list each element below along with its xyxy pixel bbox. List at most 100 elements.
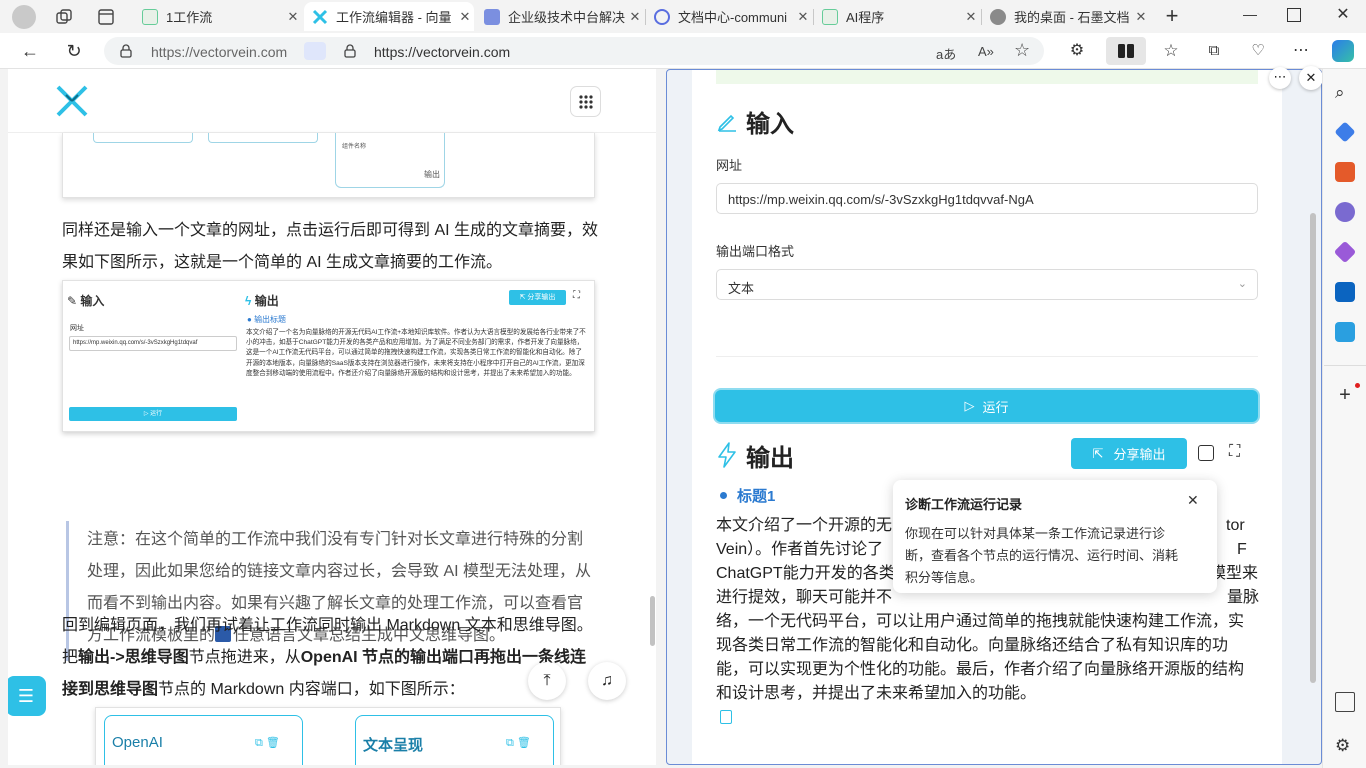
para2-text: 节点的 Markdown 内容端口，如下图所示： bbox=[158, 681, 465, 698]
tab-actions-icon[interactable] bbox=[97, 8, 115, 26]
fullscreen-icon[interactable]: ⛶ bbox=[1229, 443, 1247, 461]
scrollbar-thumb[interactable] bbox=[650, 596, 655, 646]
tools-icon[interactable] bbox=[1335, 162, 1355, 182]
profile-avatar[interactable] bbox=[12, 5, 36, 29]
search-icon[interactable]: ⌕ bbox=[1335, 83, 1355, 103]
games-icon[interactable] bbox=[1335, 202, 1355, 222]
new-tab-icon[interactable]: + bbox=[1160, 4, 1184, 28]
figure-summary: 本文介绍了一个名为向量脉络的开源无代码AI工作流+本地知识库软件。作者认为大语言… bbox=[246, 329, 586, 377]
back-to-top-button[interactable]: ⤒ bbox=[528, 662, 566, 700]
output-line: 络，一个无代码平台，可以让用户通过简单的拖拽就能快速构建工作流，实 bbox=[716, 613, 1245, 630]
bullet-icon bbox=[720, 492, 727, 499]
workflow-figure-top: 组件名称 输出 bbox=[62, 133, 595, 198]
send-icon[interactable] bbox=[1335, 322, 1355, 342]
tab-label: AI程序 bbox=[846, 10, 885, 25]
support-button[interactable]: ♫ bbox=[588, 662, 626, 700]
scrollbar-thumb[interactable] bbox=[1310, 213, 1316, 683]
tab-3[interactable]: 企业级技术中台解决 ✕ bbox=[476, 2, 644, 31]
figure-input-title-text: 输入 bbox=[80, 294, 105, 308]
pane-more-icon[interactable]: ⋯ bbox=[1269, 67, 1291, 89]
share-output-button[interactable]: ⇱ 分享输出 bbox=[1071, 438, 1187, 469]
run-button[interactable]: ▷ 运行 bbox=[715, 390, 1258, 422]
close-icon[interactable]: ✕ bbox=[962, 9, 980, 25]
outlook-icon[interactable] bbox=[1335, 282, 1355, 302]
more-menu-icon[interactable]: ⋯ bbox=[1288, 39, 1314, 63]
close-icon[interactable]: ✕ bbox=[1132, 9, 1150, 25]
close-icon[interactable]: ✕ bbox=[794, 9, 812, 25]
output-section-title: 输出 bbox=[716, 440, 794, 472]
divider bbox=[1324, 365, 1366, 366]
restore-icon[interactable] bbox=[1287, 8, 1301, 22]
format-select[interactable]: 文本 ⌄ bbox=[716, 269, 1258, 300]
openai-node: OpenAI ⧉ 🗑 bbox=[104, 715, 303, 765]
refresh-icon[interactable]: ↻ bbox=[61, 39, 87, 63]
read-aloud-icon[interactable]: A» bbox=[978, 44, 994, 59]
settings-gear-icon[interactable]: ⚙ bbox=[1335, 736, 1355, 756]
favorite-star-icon[interactable]: ☆ bbox=[1014, 40, 1030, 61]
run-label: 运行 bbox=[982, 399, 1009, 415]
copy-icon: ⧉ 🗑 bbox=[255, 737, 280, 749]
figure-expand-icon: ⛶ bbox=[573, 290, 580, 301]
site-header bbox=[8, 69, 656, 133]
community-favicon-icon bbox=[654, 8, 670, 25]
window-close-icon[interactable]: ✕ bbox=[1333, 4, 1353, 26]
copilot-apps-icon[interactable] bbox=[1333, 240, 1357, 264]
toc-button[interactable]: ☰ bbox=[8, 676, 46, 716]
close-icon[interactable]: ✕ bbox=[1187, 492, 1199, 509]
arrow-up-icon: ⤒ bbox=[543, 672, 551, 689]
tab-6[interactable]: 我的桌面 - 石墨文档 ✕ bbox=[982, 2, 1150, 31]
input-section-title: 输入 bbox=[716, 106, 794, 138]
vectorvein-favicon-icon bbox=[312, 9, 328, 25]
back-icon[interactable]: ← bbox=[17, 39, 43, 63]
translate-icon[interactable]: aあ bbox=[936, 44, 956, 63]
output-line: 能，可以实现更为个性化的功能。最后，作者介绍了向量脉络开源版的结构 bbox=[716, 661, 1245, 678]
screenshot-icon[interactable] bbox=[1335, 692, 1355, 712]
tab-2-active[interactable]: 工作流编辑器 - 向量 ✕ bbox=[304, 2, 474, 31]
figure-output-label: 输出 bbox=[424, 170, 440, 179]
favorites-icon[interactable]: ☆ bbox=[1158, 39, 1184, 63]
extensions-icon[interactable]: ⚙ bbox=[1064, 39, 1090, 63]
split-screen-link-icon[interactable] bbox=[304, 42, 326, 60]
url-input[interactable]: https://mp.weixin.qq.com/s/-3vSzxkgHg1td… bbox=[716, 183, 1258, 214]
output-tail: 量脉 bbox=[1227, 589, 1260, 606]
tab-label: 我的桌面 - 石墨文档 bbox=[1014, 10, 1130, 25]
minimize-icon[interactable]: — bbox=[1240, 6, 1260, 26]
workflow-figure-bottom: OpenAI ⧉ 🗑 文本呈现 ⧉ 🗑 bbox=[95, 707, 561, 765]
close-icon[interactable]: ✕ bbox=[284, 9, 302, 25]
shopping-icon[interactable] bbox=[1334, 121, 1356, 143]
close-icon[interactable]: ✕ bbox=[456, 9, 474, 25]
tooltip-body: 你现在可以针对具体某一条工作流记录进行诊 断，查看各个节点的运行情况、运行时间、… bbox=[905, 523, 1210, 589]
output-line: 现各类日常工作流的智能化和自动化。向量脉络还结合了私有知识库的功 bbox=[716, 637, 1229, 654]
edge-sidebar: ⌕ + ⚙ bbox=[1322, 69, 1366, 768]
copy-icon[interactable] bbox=[720, 710, 732, 724]
add-icon[interactable]: + bbox=[1335, 385, 1355, 405]
doc-favicon-icon bbox=[484, 8, 500, 25]
result-figure: ✎ 输入 网址 https://mp.weixin.qq.com/s/-3vSz… bbox=[62, 280, 595, 432]
subtitle-text: 标题1 bbox=[737, 488, 776, 505]
diagnose-tooltip: 诊断工作流运行记录 ✕ 你现在可以针对具体某一条工作流记录进行诊 断，查看各个节… bbox=[893, 480, 1217, 593]
vectorvein-logo-icon[interactable] bbox=[56, 85, 88, 117]
tab-1[interactable]: 1工作流 ✕ bbox=[134, 2, 302, 31]
diagnose-icon[interactable] bbox=[1198, 445, 1214, 461]
workspaces-icon[interactable] bbox=[55, 8, 73, 26]
figure-output-title: ϟ 输出 bbox=[245, 294, 279, 308]
close-icon[interactable]: ✕ bbox=[626, 9, 644, 25]
url-field[interactable]: https://vectorvein.com https://vectorvei… bbox=[104, 37, 1044, 65]
node-title: OpenAI bbox=[112, 734, 163, 751]
pane-close-icon[interactable]: ✕ bbox=[1299, 66, 1323, 90]
share-label: 分享输出 bbox=[1113, 447, 1166, 462]
output-tail: 模型来 bbox=[1210, 565, 1259, 582]
headset-icon: ♫ bbox=[601, 672, 613, 689]
performance-icon[interactable]: ♡ bbox=[1245, 39, 1271, 63]
tooltip-line: 断，查看各个节点的运行情况、运行时间、消耗 bbox=[905, 548, 1179, 563]
node-title: 文本呈现 bbox=[363, 737, 424, 754]
tab-5[interactable]: AI程序 ✕ bbox=[814, 2, 980, 31]
lightning-icon bbox=[716, 442, 738, 468]
tab-4[interactable]: 文档中心-communi ✕ bbox=[646, 2, 812, 31]
collections-icon[interactable]: ⧉ bbox=[1201, 39, 1227, 63]
copilot-icon[interactable] bbox=[1332, 40, 1354, 62]
split-screen-button[interactable] bbox=[1106, 37, 1146, 65]
edit-icon bbox=[716, 110, 738, 132]
shimo-favicon-icon bbox=[990, 8, 1006, 25]
apps-grid-button[interactable] bbox=[570, 86, 601, 117]
